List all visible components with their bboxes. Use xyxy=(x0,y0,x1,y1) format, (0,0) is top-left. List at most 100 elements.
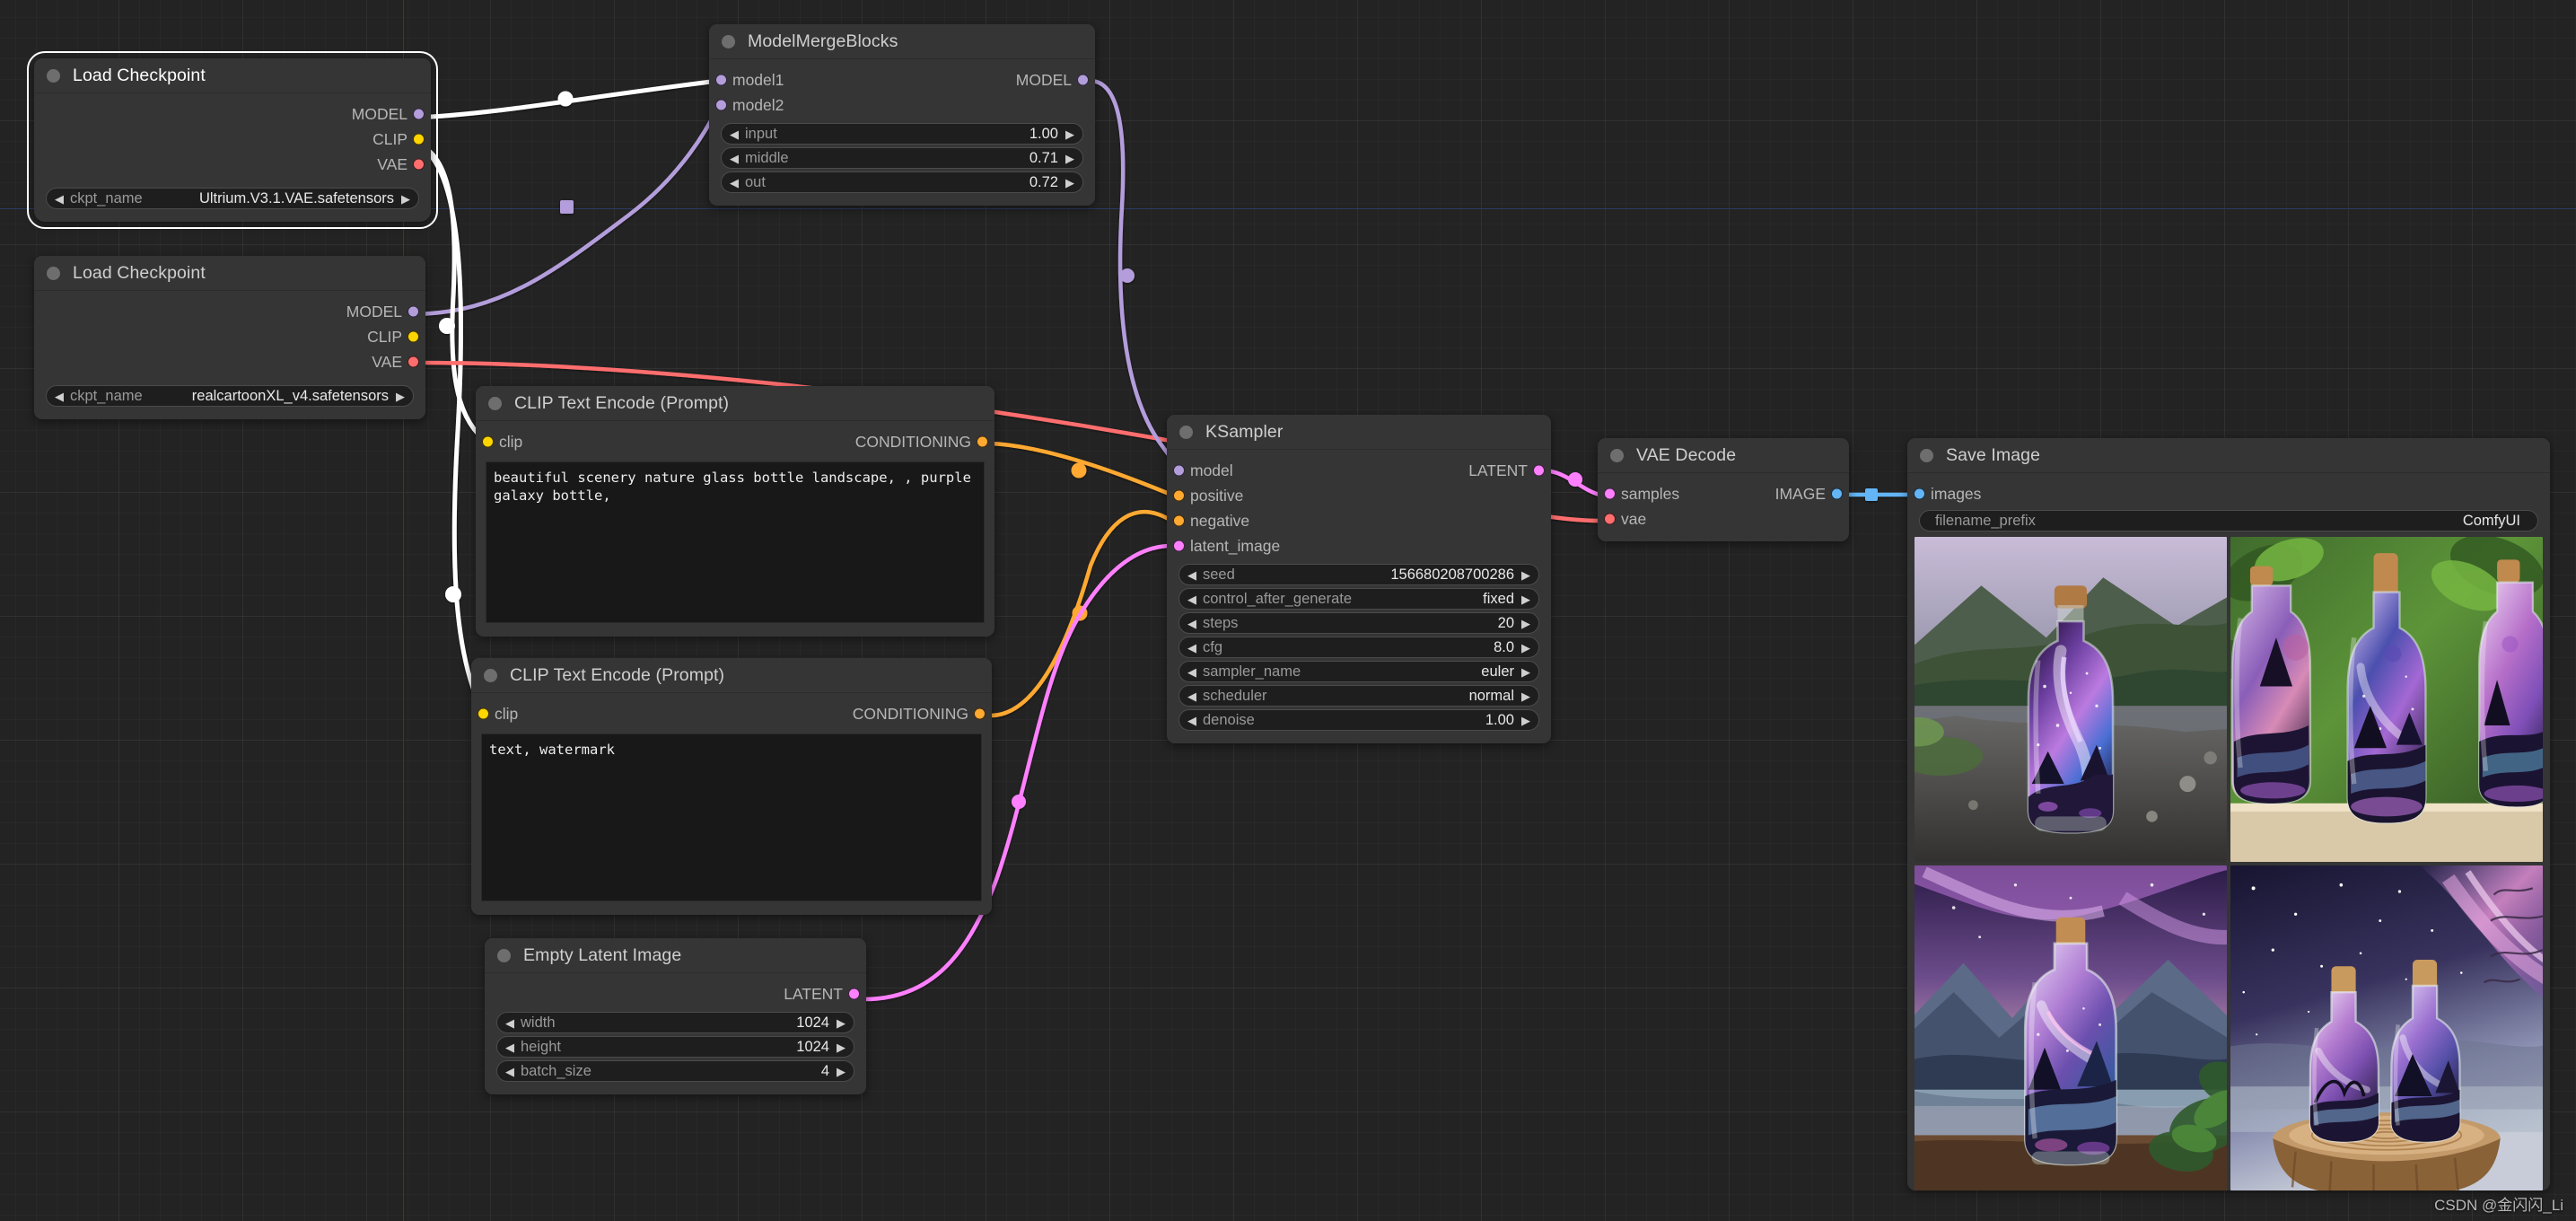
node-save-image[interactable]: Save Image images filename_prefix ComfyU… xyxy=(1907,438,2550,1190)
node-titlebar[interactable]: Empty Latent Image xyxy=(485,938,866,973)
decrement-arrow-icon[interactable]: ◀ xyxy=(730,128,739,140)
widget-height[interactable]: ◀ height 1024 ▶ xyxy=(496,1036,854,1058)
widget-input[interactable]: ◀ input 1.00 ▶ xyxy=(721,123,1083,145)
port-negative-in[interactable] xyxy=(1173,514,1185,527)
widget-value[interactable]: Ultrium.V3.1.VAE.safetensors xyxy=(199,190,394,207)
input-slot-samples[interactable]: samples IMAGE xyxy=(1598,481,1849,506)
node-empty-latent-image[interactable]: Empty Latent Image LATENT ◀ width 1024 ▶… xyxy=(485,938,866,1094)
decrement-arrow-icon[interactable]: ◀ xyxy=(1187,690,1196,702)
widget-scheduler[interactable]: ◀ scheduler normal ▶ xyxy=(1178,685,1539,707)
collapse-dot-icon[interactable] xyxy=(47,266,60,280)
collapse-dot-icon[interactable] xyxy=(497,948,511,962)
prompt-textarea[interactable]: text, watermark xyxy=(481,733,982,901)
decrement-arrow-icon[interactable]: ◀ xyxy=(1187,569,1196,581)
port-conditioning-out[interactable] xyxy=(974,707,986,720)
port-latent-out[interactable] xyxy=(848,988,860,1000)
port-model2-in[interactable] xyxy=(715,99,727,111)
node-load-checkpoint-1[interactable]: Load Checkpoint MODEL CLIP VAE ◀ ckpt_na… xyxy=(27,51,438,229)
input-slot-negative[interactable]: negative xyxy=(1167,508,1551,533)
port-vae-out[interactable] xyxy=(407,356,419,368)
node-ksampler[interactable]: KSampler model LATENT positive negative … xyxy=(1167,415,1551,743)
widget-control-after-generate[interactable]: ◀ control_after_generate fixed ▶ xyxy=(1178,588,1539,610)
decrement-arrow-icon[interactable]: ◀ xyxy=(1187,715,1196,726)
widget-value[interactable]: 1.00 xyxy=(1485,712,1514,729)
image-preview-4[interactable] xyxy=(2230,865,2543,1190)
node-load-checkpoint-2[interactable]: Load Checkpoint MODEL CLIP VAE ◀ ckpt_na… xyxy=(34,256,425,419)
widget-value[interactable]: 0.72 xyxy=(1030,174,1058,191)
collapse-dot-icon[interactable] xyxy=(1179,425,1193,439)
image-preview-3[interactable] xyxy=(1914,865,2227,1190)
widget-seed[interactable]: ◀ seed 156680208700286 ▶ xyxy=(1178,564,1539,585)
output-slot-latent[interactable]: LATENT xyxy=(485,981,866,1006)
widget-value[interactable]: 20 xyxy=(1498,615,1514,632)
widget-cfg[interactable]: ◀ cfg 8.0 ▶ xyxy=(1178,637,1539,658)
input-slot-vae[interactable]: vae xyxy=(1598,506,1849,531)
port-clip-in[interactable] xyxy=(478,707,489,720)
widget-middle[interactable]: ◀ middle 0.71 ▶ xyxy=(721,147,1083,169)
widget-value[interactable]: 8.0 xyxy=(1494,639,1514,656)
node-titlebar[interactable]: CLIP Text Encode (Prompt) xyxy=(476,386,994,421)
widget-batch-size[interactable]: ◀ batch_size 4 ▶ xyxy=(496,1060,854,1082)
input-slot-model1[interactable]: model1 MODEL xyxy=(709,67,1095,92)
port-vae-in[interactable] xyxy=(1604,513,1616,525)
input-slot-clip[interactable]: clip CONDITIONING xyxy=(476,429,994,454)
decrement-arrow-icon[interactable]: ◀ xyxy=(730,153,739,164)
increment-arrow-icon[interactable]: ▶ xyxy=(1521,666,1530,678)
input-slot-model[interactable]: model LATENT xyxy=(1167,458,1551,483)
widget-value[interactable]: normal xyxy=(1469,688,1514,705)
node-clip-text-encode-positive[interactable]: CLIP Text Encode (Prompt) clip CONDITION… xyxy=(476,386,994,637)
widget-value[interactable]: 1.00 xyxy=(1030,126,1058,143)
increment-arrow-icon[interactable]: ▶ xyxy=(837,1066,846,1077)
widget-filename-prefix[interactable]: filename_prefix ComfyUI xyxy=(1919,510,2538,531)
decrement-arrow-icon[interactable]: ◀ xyxy=(55,193,64,205)
input-slot-clip[interactable]: clip CONDITIONING xyxy=(471,701,992,726)
decrement-arrow-icon[interactable]: ◀ xyxy=(1187,642,1196,654)
output-slot-clip[interactable]: CLIP xyxy=(34,324,425,349)
port-vae-out[interactable] xyxy=(413,158,425,171)
output-slot-vae[interactable]: VAE xyxy=(34,152,431,177)
input-slot-latent-image[interactable]: latent_image xyxy=(1167,533,1551,558)
widget-denoise[interactable]: ◀ denoise 1.00 ▶ xyxy=(1178,709,1539,731)
node-titlebar[interactable]: VAE Decode xyxy=(1598,438,1849,473)
increment-arrow-icon[interactable]: ▶ xyxy=(837,1017,846,1029)
port-positive-in[interactable] xyxy=(1173,489,1185,502)
node-titlebar[interactable]: Load Checkpoint xyxy=(34,256,425,291)
input-slot-images[interactable]: images xyxy=(1907,481,2550,506)
port-model-out[interactable] xyxy=(1077,74,1089,86)
node-titlebar[interactable]: KSampler xyxy=(1167,415,1551,450)
port-image-out[interactable] xyxy=(1831,488,1843,500)
decrement-arrow-icon[interactable]: ◀ xyxy=(730,177,739,189)
decrement-arrow-icon[interactable]: ◀ xyxy=(505,1066,514,1077)
increment-arrow-icon[interactable]: ▶ xyxy=(837,1041,846,1053)
port-images-in[interactable] xyxy=(1914,488,1925,500)
port-model1-in[interactable] xyxy=(715,74,727,86)
increment-arrow-icon[interactable]: ▶ xyxy=(396,391,405,402)
widget-value[interactable]: 1024 xyxy=(796,1015,829,1032)
widget-value[interactable]: 4 xyxy=(821,1063,829,1080)
increment-arrow-icon[interactable]: ▶ xyxy=(1521,715,1530,726)
widget-width[interactable]: ◀ width 1024 ▶ xyxy=(496,1012,854,1033)
comfyui-graph-canvas[interactable]: Load Checkpoint MODEL CLIP VAE ◀ ckpt_na… xyxy=(0,0,2576,1221)
node-clip-text-encode-negative[interactable]: CLIP Text Encode (Prompt) clip CONDITION… xyxy=(471,658,992,915)
increment-arrow-icon[interactable]: ▶ xyxy=(1521,642,1530,654)
widget-value[interactable]: realcartoonXL_v4.safetensors xyxy=(192,388,389,405)
port-samples-in[interactable] xyxy=(1604,488,1616,500)
port-clip-in[interactable] xyxy=(482,435,494,448)
input-slot-model2[interactable]: model2 xyxy=(709,92,1095,118)
collapse-dot-icon[interactable] xyxy=(722,34,735,48)
port-model-out[interactable] xyxy=(407,305,419,318)
collapse-dot-icon[interactable] xyxy=(1610,448,1624,462)
port-model-out[interactable] xyxy=(413,108,425,120)
increment-arrow-icon[interactable]: ▶ xyxy=(401,193,410,205)
widget-value[interactable]: 156680208700286 xyxy=(1390,567,1514,584)
decrement-arrow-icon[interactable]: ◀ xyxy=(1187,593,1196,605)
node-vae-decode[interactable]: VAE Decode samples IMAGE vae xyxy=(1598,438,1849,541)
increment-arrow-icon[interactable]: ▶ xyxy=(1521,569,1530,581)
node-titlebar[interactable]: Load Checkpoint xyxy=(34,58,431,93)
widget-ckpt-name[interactable]: ◀ ckpt_name realcartoonXL_v4.safetensors… xyxy=(46,385,414,407)
widget-value[interactable]: 1024 xyxy=(796,1039,829,1056)
output-slot-clip[interactable]: CLIP xyxy=(34,127,431,152)
collapse-dot-icon[interactable] xyxy=(47,68,60,83)
node-titlebar[interactable]: CLIP Text Encode (Prompt) xyxy=(471,658,992,693)
port-latent-image-in[interactable] xyxy=(1173,540,1185,552)
